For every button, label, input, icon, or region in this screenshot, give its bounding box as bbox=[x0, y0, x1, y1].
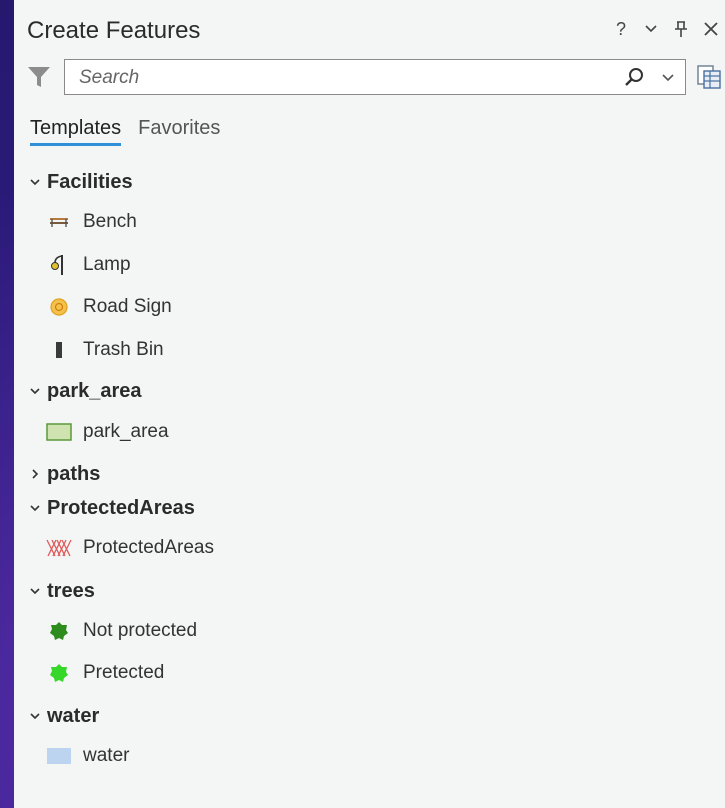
template-item-trash-bin[interactable]: Trash Bin bbox=[46, 334, 164, 366]
tree-icon bbox=[46, 660, 72, 686]
template-label: ProtectedAreas bbox=[83, 537, 214, 558]
create-features-pane: Create Features ? Search Templates Favor… bbox=[14, 0, 725, 808]
tree-icon bbox=[46, 618, 72, 644]
lamp-icon bbox=[46, 252, 72, 278]
trash-bin-icon bbox=[46, 337, 72, 363]
group-label: trees bbox=[47, 579, 95, 602]
group-water[interactable]: water bbox=[28, 701, 99, 731]
template-label: Lamp bbox=[83, 254, 131, 275]
group-paths[interactable]: paths bbox=[28, 459, 100, 489]
group-label: ProtectedAreas bbox=[47, 496, 195, 519]
search-input[interactable] bbox=[77, 65, 601, 91]
polygon-fill-icon bbox=[46, 419, 72, 445]
chevron-down-icon[interactable] bbox=[28, 501, 42, 515]
template-item-protected-areas[interactable]: ProtectedAreas bbox=[46, 532, 214, 564]
polygon-fill-icon bbox=[46, 743, 72, 769]
search-icon[interactable] bbox=[623, 66, 645, 88]
group-label: paths bbox=[47, 462, 101, 485]
template-item-lamp[interactable]: Lamp bbox=[46, 249, 131, 281]
chevron-right-icon[interactable] bbox=[28, 467, 42, 481]
tab-templates[interactable]: Templates bbox=[30, 117, 122, 146]
group-trees[interactable]: trees bbox=[28, 576, 95, 606]
pane-titlebar: Create Features ? bbox=[14, 0, 725, 58]
options-menu-icon[interactable] bbox=[643, 18, 659, 40]
template-label: water bbox=[83, 745, 130, 766]
template-item-water[interactable]: water bbox=[46, 740, 129, 772]
filter-icon[interactable] bbox=[26, 64, 52, 90]
template-item-park-area[interactable]: park_area bbox=[46, 416, 169, 448]
template-item-protected-tree[interactable]: Pretected bbox=[46, 657, 164, 689]
search-row bbox=[14, 58, 725, 100]
group-park-area[interactable]: park_area bbox=[28, 376, 142, 406]
chevron-down-icon[interactable] bbox=[660, 68, 676, 86]
chevron-down-icon[interactable] bbox=[28, 584, 42, 598]
template-label: park_area bbox=[83, 421, 169, 442]
hatched-polygon-icon bbox=[46, 535, 72, 561]
template-item-road-sign[interactable]: Road Sign bbox=[46, 291, 172, 323]
group-protected-areas[interactable]: ProtectedAreas bbox=[28, 493, 195, 523]
pane-title: Create Features bbox=[27, 17, 201, 44]
pane-controls: ? bbox=[613, 18, 719, 40]
close-icon[interactable] bbox=[703, 18, 719, 40]
pin-icon[interactable] bbox=[673, 18, 689, 40]
chevron-down-icon[interactable] bbox=[28, 709, 42, 723]
template-label: Road Sign bbox=[83, 296, 172, 317]
template-label: Pretected bbox=[83, 662, 165, 683]
help-icon[interactable]: ? bbox=[613, 18, 629, 40]
group-label: water bbox=[47, 704, 100, 727]
manage-templates-icon[interactable] bbox=[695, 63, 723, 91]
group-label: Facilities bbox=[47, 170, 133, 193]
template-item-not-protected[interactable]: Not protected bbox=[46, 615, 197, 647]
pane-tabs: Templates Favorites bbox=[30, 117, 220, 146]
chevron-down-icon[interactable] bbox=[28, 175, 42, 189]
chevron-down-icon[interactable] bbox=[28, 384, 42, 398]
search-box bbox=[64, 59, 686, 95]
group-facilities[interactable]: Facilities bbox=[28, 167, 133, 197]
bench-icon bbox=[46, 209, 72, 235]
group-label: park_area bbox=[47, 379, 142, 402]
tab-favorites[interactable]: Favorites bbox=[138, 117, 220, 146]
template-item-bench[interactable]: Bench bbox=[46, 206, 137, 238]
template-label: Trash Bin bbox=[83, 339, 164, 360]
road-sign-icon bbox=[46, 294, 72, 320]
template-label: Not protected bbox=[83, 620, 198, 641]
template-label: Bench bbox=[83, 211, 137, 232]
